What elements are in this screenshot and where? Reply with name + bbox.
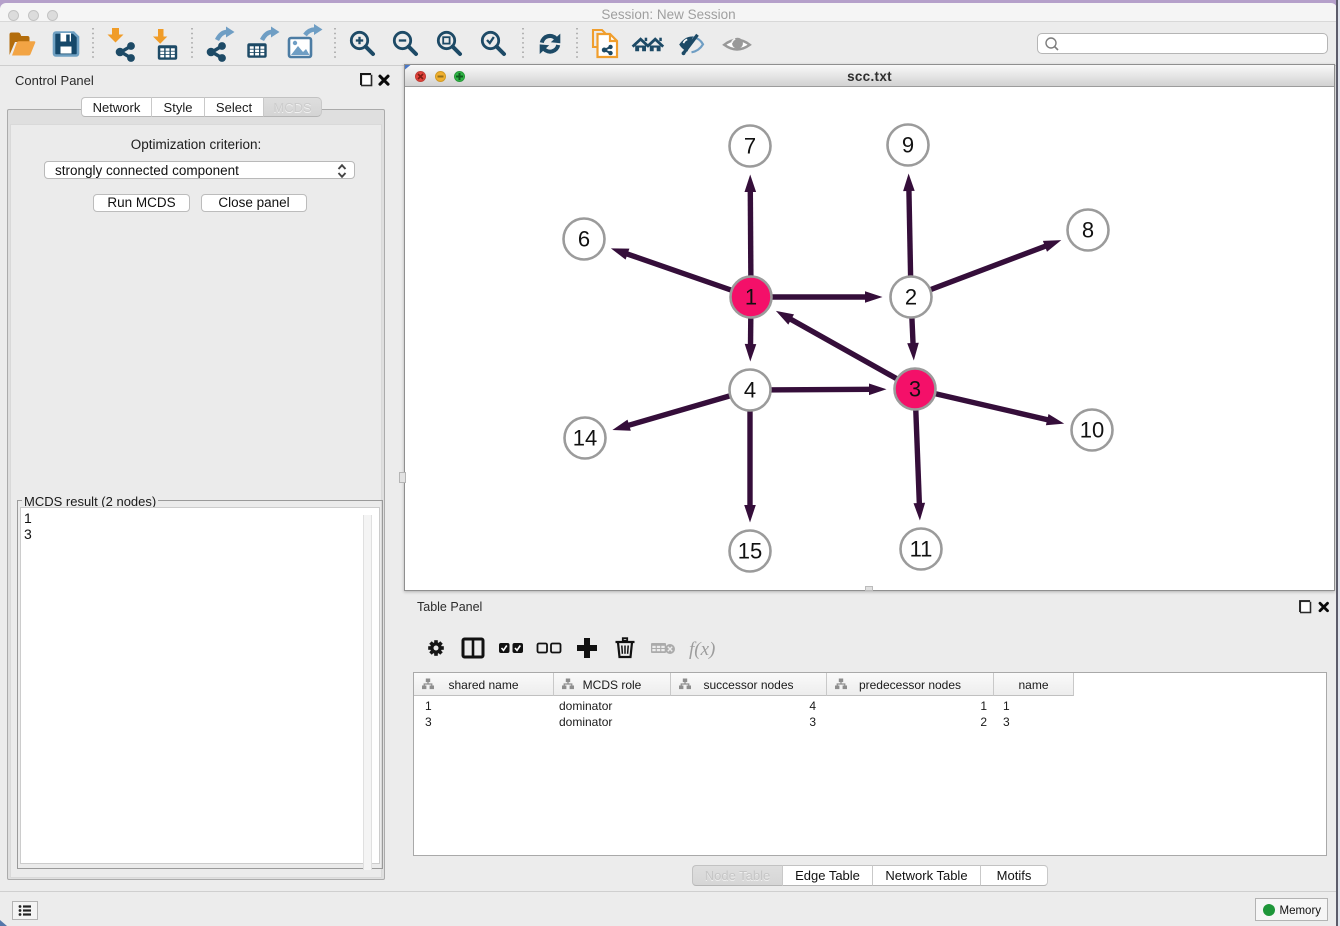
svg-text:7: 7 — [744, 134, 756, 159]
svg-text:3: 3 — [909, 377, 921, 402]
svg-text:6: 6 — [578, 227, 590, 252]
svg-text:4: 4 — [744, 378, 756, 403]
svg-text:15: 15 — [738, 539, 762, 564]
svg-text:8: 8 — [1082, 218, 1094, 243]
svg-text:11: 11 — [910, 537, 933, 562]
svg-text:9: 9 — [902, 133, 914, 158]
svg-text:10: 10 — [1080, 418, 1104, 443]
svg-text:f(x): f(x) — [689, 639, 715, 660]
svg-text:2: 2 — [905, 285, 917, 310]
svg-text:1: 1 — [745, 285, 757, 310]
svg-text:14: 14 — [573, 426, 597, 451]
